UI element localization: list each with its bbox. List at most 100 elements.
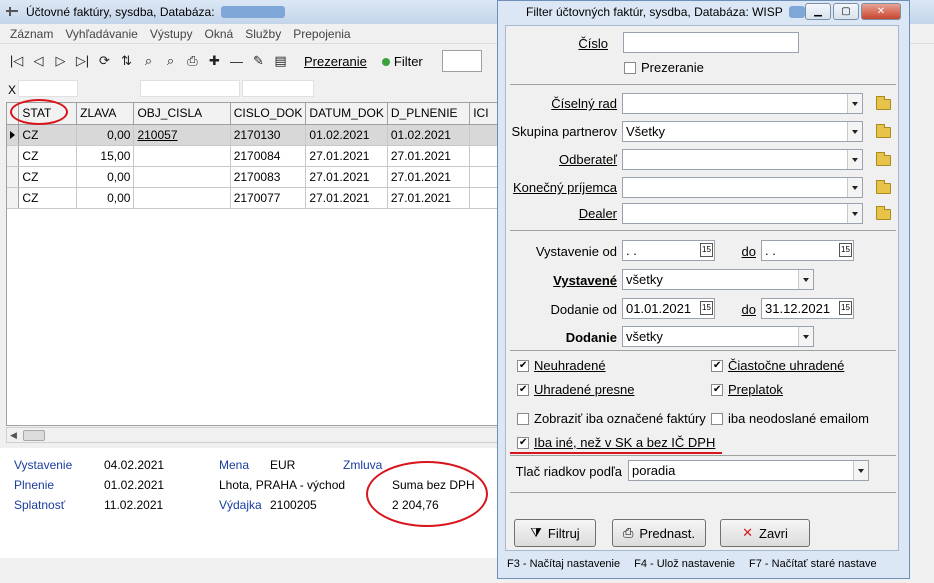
vystavenie-od-input[interactable]: . . 15	[622, 240, 715, 261]
filter-cell[interactable]	[242, 80, 314, 97]
scroll-left-icon[interactable]: ◀	[10, 430, 17, 441]
table-row[interactable]: CZ 0,00 2170083 27.01.2021 27.01.2021	[7, 166, 499, 188]
document-icon[interactable]: ▤	[272, 52, 289, 70]
cell-stat[interactable]: CZ	[18, 166, 78, 188]
dodanie-do-input[interactable]: 31.12.2021 15	[761, 298, 854, 319]
chevron-down-icon[interactable]	[847, 150, 862, 169]
cell-stat[interactable]: CZ	[18, 124, 78, 146]
chevron-down-icon[interactable]	[847, 178, 862, 197]
cell-cislo-dok[interactable]: 2170083	[230, 166, 307, 188]
dodanie-select[interactable]: všetky	[622, 326, 814, 347]
konecny-prijemca-select[interactable]	[622, 177, 863, 198]
cell-obj-cisla[interactable]	[133, 166, 231, 188]
cell-obj-cisla[interactable]	[133, 187, 231, 209]
cell-d-plnenie[interactable]: 01.02.2021	[387, 124, 471, 146]
remove-icon[interactable]: —	[228, 52, 245, 70]
zobrazit-oznacene-checkbox[interactable]	[517, 413, 529, 425]
quick-search-input[interactable]	[441, 50, 482, 72]
cell-stat[interactable]: CZ	[18, 187, 78, 209]
cell-ici[interactable]	[469, 145, 499, 167]
clear-filter-x[interactable]: X	[8, 83, 16, 97]
uhradene-presne-checkbox[interactable]	[517, 384, 529, 396]
tlac-select[interactable]: poradia	[628, 460, 869, 481]
ciselny-rad-select[interactable]	[622, 93, 863, 114]
skupina-select[interactable]: Všetky	[622, 121, 863, 142]
col-obj-cisla[interactable]: OBJ_CISLA	[133, 103, 231, 125]
menu-vystupy[interactable]: Výstupy	[144, 27, 199, 41]
minimize-icon[interactable]: ▁	[805, 3, 831, 20]
table-row[interactable]: CZ 0,00 210057 2170130 01.02.2021 01.02.…	[7, 124, 499, 146]
cell-datum-dok[interactable]: 01.02.2021	[305, 124, 388, 146]
cell-zlava[interactable]: 15,00	[76, 145, 135, 167]
add-icon[interactable]: ✚	[206, 52, 223, 70]
col-zlava[interactable]: ZLAVA	[76, 103, 135, 125]
filter-cell[interactable]	[140, 80, 240, 97]
table-row[interactable]: CZ 15,00 2170084 27.01.2021 27.01.2021	[7, 145, 499, 167]
cell-datum-dok[interactable]: 27.01.2021	[305, 145, 388, 167]
chevron-down-icon[interactable]	[847, 204, 862, 223]
preplatok-checkbox[interactable]	[711, 384, 723, 396]
odberatel-select[interactable]	[622, 149, 863, 170]
cell-cislo-dok[interactable]: 2170077	[230, 187, 307, 209]
cell-datum-dok[interactable]: 27.01.2021	[305, 187, 388, 209]
last-record-icon[interactable]: ▷|	[74, 52, 91, 70]
cell-d-plnenie[interactable]: 27.01.2021	[387, 187, 471, 209]
prednast-button[interactable]: ⎙ Prednast.	[612, 519, 706, 547]
edit-icon[interactable]: ✎	[250, 52, 267, 70]
col-cislo-dok[interactable]: CISLO_DOK	[230, 103, 307, 125]
find-icon[interactable]: ⌕	[140, 52, 157, 70]
cell-zlava[interactable]: 0,00	[76, 124, 135, 146]
vystavene-select[interactable]: všetky	[622, 269, 814, 290]
iba-neodoslane-checkbox[interactable]	[711, 413, 723, 425]
cell-ici[interactable]	[469, 166, 499, 188]
refresh-icon[interactable]: ⟳	[96, 52, 113, 70]
prev-record-icon[interactable]: ◁	[30, 52, 47, 70]
print-icon[interactable]: ⎙	[184, 52, 201, 70]
cell-zlava[interactable]: 0,00	[76, 166, 135, 188]
scroll-thumb[interactable]	[23, 430, 45, 441]
col-d-plnenie[interactable]: D_PLNENIE	[387, 103, 471, 125]
zavri-button[interactable]: ✕ Zavri	[720, 519, 810, 547]
first-record-icon[interactable]: |◁	[8, 52, 25, 70]
calendar-icon[interactable]: 15	[839, 301, 852, 315]
find-next-icon[interactable]: ⌕	[162, 52, 179, 70]
calendar-icon[interactable]: 15	[839, 243, 852, 257]
cell-d-plnenie[interactable]: 27.01.2021	[387, 145, 471, 167]
cell-cislo-dok[interactable]: 2170130	[230, 124, 307, 146]
cell-stat[interactable]: CZ	[18, 145, 78, 167]
iba-ine-checkbox[interactable]	[517, 437, 529, 449]
cell-obj-cisla[interactable]: 210057	[133, 124, 231, 146]
prezeranie-button[interactable]: Prezeranie	[304, 54, 367, 69]
maximize-icon[interactable]: ▢	[833, 3, 859, 20]
calendar-icon[interactable]: 15	[700, 243, 713, 257]
sort-icon[interactable]: ⇅	[118, 52, 135, 70]
dodanie-od-input[interactable]: 01.01.2021 15	[622, 298, 715, 319]
cislo-input[interactable]	[623, 32, 799, 53]
ciastocne-checkbox[interactable]	[711, 360, 723, 372]
col-datum-dok[interactable]: DATUM_DOK	[305, 103, 388, 125]
menu-sluzby[interactable]: Služby	[239, 27, 287, 41]
menu-vyhladavanie[interactable]: Vyhľadávanie	[59, 27, 143, 41]
vystavenie-do-input[interactable]: . . 15	[761, 240, 854, 261]
chevron-down-icon[interactable]	[853, 461, 868, 480]
folder-icon[interactable]	[876, 152, 891, 166]
cell-cislo-dok[interactable]: 2170084	[230, 145, 307, 167]
folder-icon[interactable]	[876, 206, 891, 220]
chevron-down-icon[interactable]	[847, 122, 862, 141]
dealer-select[interactable]	[622, 203, 863, 224]
chevron-down-icon[interactable]	[798, 327, 813, 346]
menu-okna[interactable]: Okná	[199, 27, 240, 41]
filter-button[interactable]: Filter	[381, 54, 423, 69]
chevron-down-icon[interactable]	[798, 270, 813, 289]
folder-icon[interactable]	[876, 96, 891, 110]
neuhradene-checkbox[interactable]	[517, 360, 529, 372]
cell-d-plnenie[interactable]: 27.01.2021	[387, 166, 471, 188]
folder-icon[interactable]	[876, 180, 891, 194]
chevron-down-icon[interactable]	[847, 94, 862, 113]
calendar-icon[interactable]: 15	[700, 301, 713, 315]
close-icon[interactable]: ✕	[861, 3, 901, 20]
cell-ici[interactable]	[469, 124, 499, 146]
prezeranie-checkbox[interactable]	[624, 62, 636, 74]
menu-prepojenia[interactable]: Prepojenia	[287, 27, 356, 41]
col-ici[interactable]: ICI	[469, 103, 499, 125]
